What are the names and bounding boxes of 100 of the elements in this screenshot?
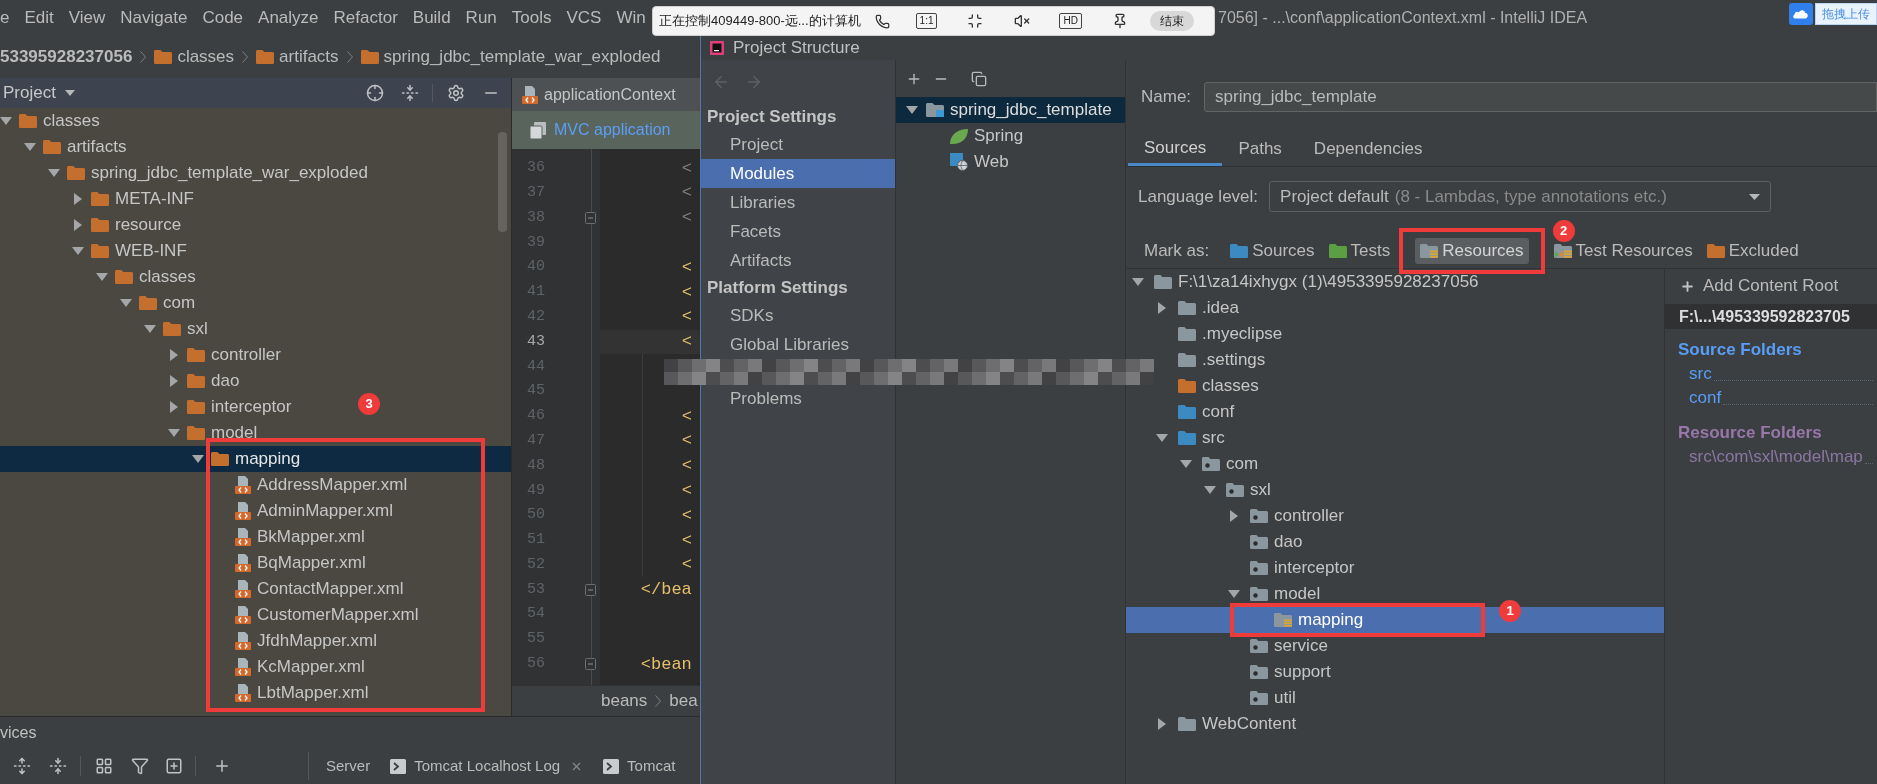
tree-item[interactable]: com	[139, 290, 196, 316]
caret-right-icon[interactable]	[170, 349, 178, 361]
tree-item[interactable]: META-INF	[91, 186, 194, 212]
sidebar-item[interactable]: Global Libraries	[730, 331, 850, 358]
menu-item[interactable]: Refactor	[333, 5, 398, 31]
caret-right-icon[interactable]	[74, 193, 82, 205]
breadcrumb-item[interactable]: beans	[601, 688, 648, 714]
language-level-dropdown[interactable]: Project default (8 - Lambdas, type annotations etc.)	[1269, 181, 1772, 212]
service-tab[interactable]: Tomcat Localhost Log	[390, 755, 584, 778]
sidebar-item[interactable]: Facets	[730, 218, 782, 245]
tree-item[interactable]: model	[187, 420, 258, 446]
tree-item[interactable]: sxl	[1226, 477, 1271, 503]
caret-down-icon[interactable]	[1132, 278, 1144, 286]
mute-icon[interactable]	[1014, 13, 1031, 29]
caret-down-icon[interactable]	[120, 299, 132, 307]
mark-as-option[interactable]: Sources	[1225, 238, 1320, 264]
tree-item[interactable]: interceptor	[187, 394, 292, 420]
cloud-icon[interactable]	[1789, 3, 1813, 25]
caret-right-icon[interactable]	[1158, 718, 1166, 730]
menu-item[interactable]: View	[68, 5, 106, 31]
tree-item[interactable]: dao	[1250, 529, 1303, 555]
dialog-tab[interactable]: Sources	[1128, 132, 1223, 166]
folder-path[interactable]: conf	[1689, 385, 1722, 411]
tree-item[interactable]: CustomerMapper.xml	[235, 602, 419, 628]
tree-item[interactable]: controller	[187, 342, 281, 368]
tree-item[interactable]: spring_jdbc_template	[926, 97, 1112, 123]
mark-as-option[interactable]: Resources	[1415, 238, 1529, 264]
sidebar-item[interactable]: SDKs	[730, 302, 774, 329]
tree-item[interactable]: Web	[950, 149, 1009, 175]
tree-item[interactable]: AdminMapper.xml	[235, 498, 394, 524]
tree-item[interactable]: service	[1250, 633, 1328, 659]
editor-tab[interactable]: applicationContext	[512, 78, 700, 111]
caret-right-icon[interactable]	[170, 375, 178, 387]
expand-all-icon[interactable]	[13, 757, 31, 776]
tree-item[interactable]: artifacts	[43, 134, 127, 160]
caret-down-icon[interactable]	[144, 325, 156, 333]
selected-row[interactable]: mapping	[0, 446, 511, 472]
menu-item[interactable]: Edit	[24, 5, 54, 31]
upload-label[interactable]: 拖拽上传	[1815, 3, 1877, 25]
name-field[interactable]: spring_jdbc_template	[1204, 82, 1877, 112]
phone-icon[interactable]	[874, 13, 890, 29]
tree-item[interactable]: BqMapper.xml	[235, 550, 366, 576]
sidebar-item[interactable]: Problems	[730, 385, 802, 412]
service-tab[interactable]: Server	[326, 755, 371, 778]
tree-item[interactable]: JfdhMapper.xml	[235, 628, 377, 654]
selected-row[interactable]: Modules	[701, 159, 895, 188]
mark-as-option[interactable]: Tests	[1323, 238, 1396, 264]
tree-item[interactable]: classes	[19, 108, 100, 134]
group-icon[interactable]	[95, 757, 113, 776]
caret-down-icon[interactable]	[96, 273, 108, 281]
menu-item[interactable]: e	[0, 5, 10, 31]
breadcrumb-item[interactable]: classes	[154, 44, 235, 70]
caret-right-icon[interactable]	[74, 219, 82, 231]
tree-item[interactable]: com	[1202, 451, 1259, 477]
sidebar-item[interactable]: Artifacts	[730, 247, 792, 274]
caret-right-icon[interactable]	[1230, 510, 1238, 522]
tree-item[interactable]: LbtMapper.xml	[235, 680, 369, 706]
tree-item[interactable]: classes	[1178, 373, 1259, 399]
caret-right-icon[interactable]	[170, 401, 178, 413]
tree-item[interactable]: spring_jdbc_template_war_exploded	[67, 160, 368, 186]
menu-item[interactable]: VCS	[566, 5, 602, 31]
caret-down-icon[interactable]	[906, 106, 918, 114]
add-content-root-button[interactable]: Add Content Root	[1665, 273, 1839, 299]
caret-down-icon[interactable]	[0, 117, 12, 125]
menu-item[interactable]: Build	[412, 5, 451, 31]
tree-item[interactable]: .settings	[1178, 347, 1266, 373]
tree-item[interactable]: dao	[187, 368, 240, 394]
tree-item[interactable]: conf	[1178, 399, 1235, 425]
tree-item[interactable]: support	[1250, 659, 1331, 685]
caret-down-icon[interactable]	[48, 169, 60, 177]
breadcrumb-item[interactable]: bea	[669, 688, 698, 714]
tree-item[interactable]: sxl	[163, 316, 208, 342]
menu-item[interactable]: Analyze	[258, 5, 319, 31]
breadcrumb-item[interactable]: artifacts	[256, 44, 339, 70]
caret-down-icon[interactable]	[1180, 460, 1192, 468]
caret-down-icon[interactable]	[168, 429, 180, 437]
tree-item[interactable]: interceptor	[1250, 555, 1355, 581]
scrollbar[interactable]	[498, 132, 507, 232]
tree-item[interactable]: BkMapper.xml	[235, 524, 365, 550]
dialog-tab[interactable]: Paths	[1222, 132, 1298, 166]
sidebar-item[interactable]: Libraries	[730, 189, 796, 216]
quality-button[interactable]: HD	[1059, 13, 1082, 29]
caret-right-icon[interactable]	[1158, 302, 1166, 314]
crosshair-icon[interactable]	[366, 84, 384, 102]
tree-item[interactable]: mapping	[1274, 607, 1364, 633]
menu-item[interactable]: Win	[616, 5, 646, 31]
tree-item[interactable]: util	[1250, 685, 1296, 711]
fold-marker-icon[interactable]	[585, 658, 596, 671]
fold-marker-icon[interactable]	[585, 212, 596, 224]
tree-item[interactable]: KcMapper.xml	[235, 654, 365, 680]
tree-item[interactable]: Spring	[950, 123, 1024, 149]
tree-item[interactable]: F:\1\za14ixhygx (1)\4953395928237056	[1154, 269, 1479, 295]
copy-icon[interactable]	[971, 70, 987, 87]
breadcrumb-item[interactable]: 53395928237056	[0, 44, 133, 70]
collapse-all-icon[interactable]	[49, 757, 67, 776]
tree-item[interactable]: WebContent	[1178, 711, 1297, 737]
mark-as-option[interactable]: Excluded	[1701, 238, 1804, 264]
menu-item[interactable]: Tools	[511, 5, 552, 31]
caret-down-icon[interactable]	[1204, 486, 1216, 494]
caret-down-icon[interactable]	[72, 247, 84, 255]
